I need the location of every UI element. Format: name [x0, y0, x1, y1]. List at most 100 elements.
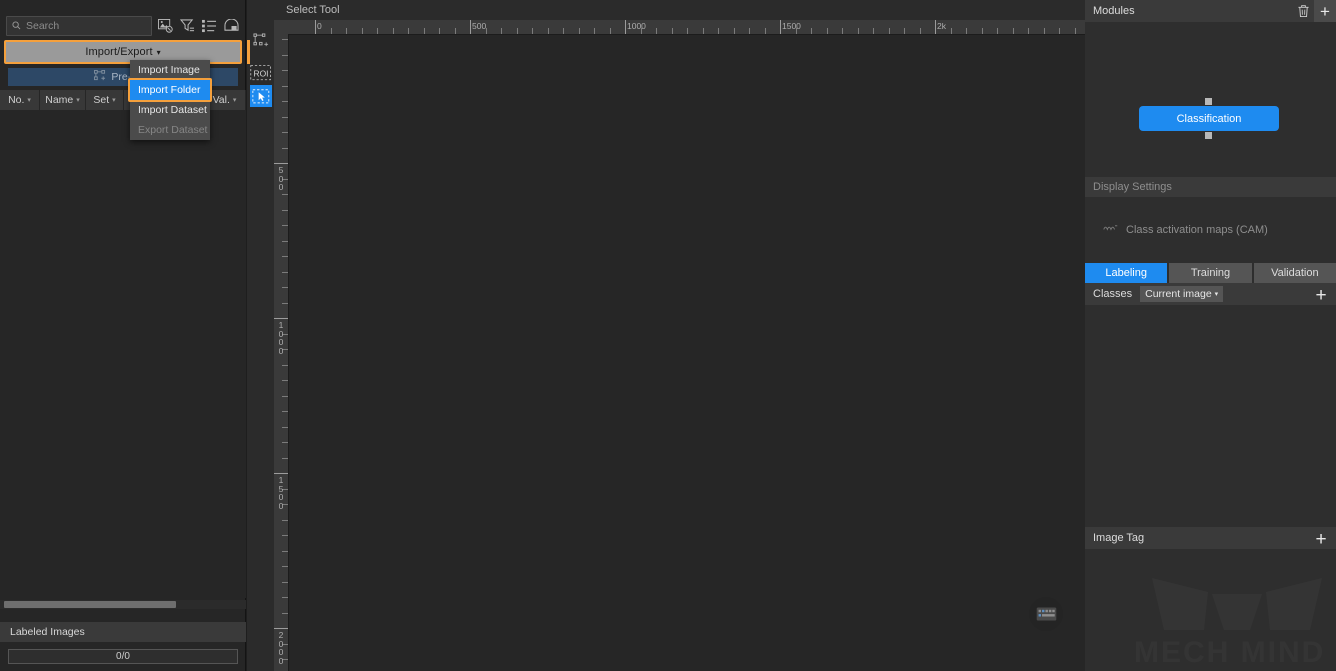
node-port-bottom[interactable] — [1205, 132, 1212, 139]
display-settings-header: Display Settings — [1085, 177, 1336, 197]
table-header-no[interactable]: No. ▾ — [0, 90, 40, 110]
ruler-label: 500 — [472, 21, 487, 31]
annotation-tool-rail: ROI — [247, 0, 274, 671]
ruler-label: 500 — [278, 165, 284, 192]
ruler-tick — [274, 628, 288, 629]
class-scope-value: Current image — [1145, 288, 1212, 300]
mode-tabs: Labeling Training Validation — [1085, 263, 1336, 283]
labeled-images-count: 0/0 — [116, 651, 130, 662]
right-panel: Modules + Classification Display Setting… — [1085, 0, 1336, 671]
image-tag-list: MECH MIND — [1085, 549, 1336, 664]
watermark-text: MECH MIND — [1134, 636, 1326, 664]
polygon-tool[interactable] — [250, 30, 272, 52]
cam-option-row[interactable]: Class activation maps (CAM) — [1085, 197, 1336, 263]
plus-icon: + — [1320, 1, 1330, 21]
module-node-classification[interactable]: Classification — [1139, 106, 1279, 131]
list-view-icon[interactable] — [200, 16, 218, 36]
search-input[interactable]: Search — [6, 16, 152, 36]
class-scope-select[interactable]: Current image ▾ — [1140, 286, 1224, 302]
add-class-button[interactable]: + — [1310, 284, 1332, 306]
ruler-label: 2k — [937, 21, 946, 31]
tab-labeling[interactable]: Labeling — [1085, 263, 1168, 283]
modules-header: Modules + — [1085, 0, 1336, 22]
modules-title: Modules — [1093, 5, 1135, 17]
import-export-menu: Import Image Import Folder Import Datase… — [130, 60, 210, 140]
image-viewport[interactable] — [288, 34, 1085, 671]
menu-item-import-image[interactable]: Import Image — [130, 60, 210, 80]
svg-text:ROI: ROI — [253, 68, 268, 78]
node-port-top[interactable] — [1205, 98, 1212, 105]
search-placeholder: Search — [26, 20, 60, 32]
add-module-button[interactable]: + — [1314, 0, 1336, 22]
ruler-label: 1500 — [278, 475, 284, 511]
classes-label: Classes — [1093, 288, 1133, 300]
menu-item-import-dataset[interactable]: Import Dataset — [130, 100, 210, 120]
ruler-tick — [470, 20, 471, 34]
ruler-tick — [274, 318, 288, 319]
chevron-down-icon: ▾ — [1214, 291, 1219, 298]
plus-icon: + — [1315, 528, 1327, 550]
labeled-images-progress: 0/0 — [8, 649, 238, 664]
labeled-images-header: Labeled Images — [0, 622, 246, 642]
table-header-no-label: No. — [8, 94, 25, 106]
ruler-tick — [274, 163, 288, 164]
plus-icon: + — [1315, 284, 1327, 306]
table-header-set[interactable]: Set ▾ — [86, 90, 124, 110]
ruler-tick — [315, 20, 316, 34]
chevron-down-icon: ▾ — [156, 47, 161, 57]
table-header-val[interactable]: Val. ▾ — [204, 90, 246, 110]
model-icon — [94, 68, 106, 86]
keyboard-shortcuts-icon[interactable] — [1029, 597, 1063, 631]
ruler-label: 1500 — [782, 21, 801, 31]
tab-validation[interactable]: Validation — [1253, 263, 1336, 283]
cam-option-label: Class activation maps (CAM) — [1126, 224, 1268, 236]
table-header-val-label: Val. — [212, 94, 230, 106]
ruler-tick — [935, 20, 936, 34]
display-settings-title: Display Settings — [1093, 181, 1172, 193]
classes-toolbar: Classes Current image ▾ + — [1085, 283, 1336, 305]
tab-training[interactable]: Training — [1169, 263, 1252, 283]
table-header-name[interactable]: Name ▾ — [40, 90, 86, 110]
ruler-label: 2000 — [278, 630, 284, 666]
import-export-label: Import/Export — [85, 46, 153, 58]
search-icon — [12, 17, 21, 35]
table-header-name-label: Name — [45, 94, 74, 106]
ruler-label: 1000 — [278, 320, 284, 356]
horizontal-scrollbar[interactable] — [0, 600, 246, 609]
cam-icon — [1103, 224, 1118, 236]
horizontal-scrollbar-thumb[interactable] — [4, 601, 176, 608]
sort-icon: ▾ — [232, 97, 237, 104]
search-toolbar: Search — [0, 12, 246, 40]
ruler-tick — [780, 20, 781, 34]
mech-mind-watermark: MECH MIND — [1134, 574, 1336, 664]
sort-icon: ▾ — [27, 97, 31, 104]
menu-item-import-folder[interactable]: Import Folder — [130, 80, 210, 100]
vertical-ruler: 500 1000 1500 2000 — [274, 34, 288, 671]
ruler-label: 0 — [317, 21, 322, 31]
sort-icon: ▾ — [76, 97, 80, 104]
module-node-label: Classification — [1176, 112, 1242, 125]
canvas-area: Select Tool 0 500 1000 1500 2k 500 1000 1500 20… — [274, 0, 1085, 671]
table-header-set-label: Set — [93, 94, 110, 106]
gallery-view-icon[interactable] — [222, 16, 240, 36]
modules-canvas[interactable]: Classification — [1085, 22, 1336, 177]
add-image-tag-button[interactable]: + — [1310, 528, 1332, 550]
trash-icon[interactable] — [1292, 0, 1314, 22]
sort-icon: ▾ — [112, 97, 116, 104]
funnel-filter-icon[interactable] — [178, 16, 196, 36]
horizontal-ruler: 0 500 1000 1500 2k — [274, 20, 1085, 34]
ruler-label: 1000 — [627, 21, 646, 31]
roi-tool[interactable]: ROI — [250, 62, 272, 84]
image-table-body — [0, 110, 246, 598]
image-tag-header: Image Tag + — [1085, 527, 1336, 549]
labeled-images-title: Labeled Images — [10, 626, 85, 638]
menu-item-export-dataset: Export Dataset — [138, 124, 208, 136]
application-window: Search Import/Export ▾ No. ▾ Name ▾ Set … — [0, 0, 1336, 671]
ruler-tick — [625, 20, 626, 34]
image-filter-icon[interactable] — [156, 16, 174, 36]
image-tag-title: Image Tag — [1093, 532, 1145, 544]
classes-list — [1085, 305, 1336, 527]
select-tool[interactable] — [250, 85, 272, 107]
canvas-title: Select Tool — [274, 0, 1085, 20]
ruler-tick — [274, 473, 288, 474]
